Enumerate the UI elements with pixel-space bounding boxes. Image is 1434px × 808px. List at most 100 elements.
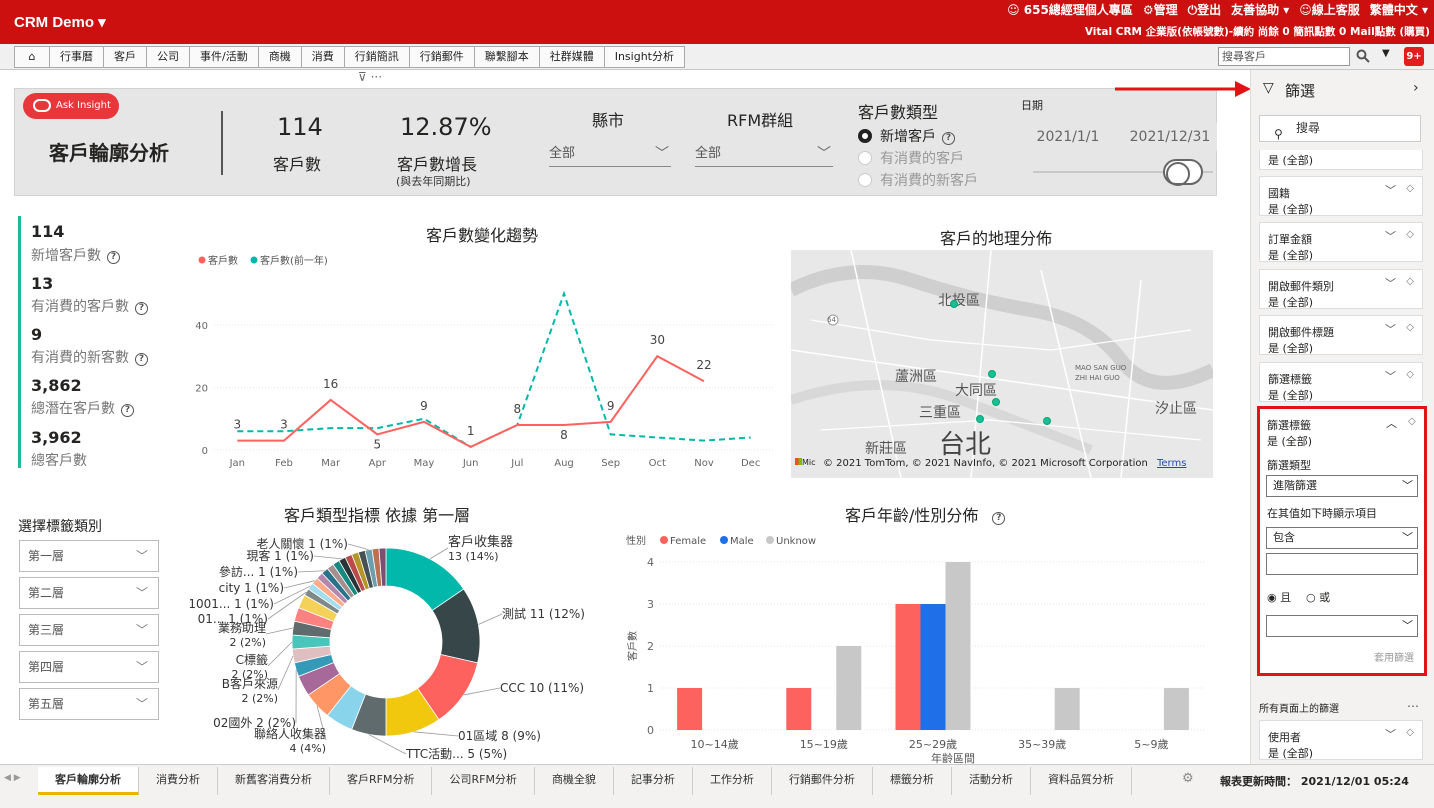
chevron-up-icon[interactable]: ︿ xyxy=(1386,415,1397,431)
trend-line-chart[interactable]: 客戶數 客戶數(前一年) 0 20 40 Jan Feb Mar Apr May Jun Jul Aug… xyxy=(190,248,790,472)
filter-type-select[interactable]: 進階篩選 ﹀ xyxy=(1266,475,1418,497)
map-point[interactable] xyxy=(992,398,1000,406)
gear-icon[interactable]: ⚙ xyxy=(1182,771,1194,786)
filter-card-tags[interactable]: 篩選標籤是 (全部) ﹀ ◇ xyxy=(1259,362,1423,402)
page-tab[interactable]: 工作分析 xyxy=(693,767,772,795)
rfm-dropdown[interactable]: 全部 ﹀ xyxy=(695,141,833,167)
personal-area-link[interactable]: ☺ 655總經理個人專區 xyxy=(1007,1,1133,18)
tag-level-1-dropdown[interactable]: 第一層 ﹀ xyxy=(19,540,159,572)
geo-map[interactable]: 64 北投區 蘆洲區 大同區 三重區 台北 汐止區 新莊區 MAO SAN GU… xyxy=(791,250,1213,478)
language-menu[interactable]: 繁體中文 ▾ xyxy=(1370,1,1428,18)
customer-type-donut-chart[interactable]: 客戶收集器13 (14%) 測試 11 (12%) CCC 10 (11%) 01區域… xyxy=(190,526,600,762)
tag-level-5-dropdown[interactable]: 第五層 ﹀ xyxy=(19,688,159,720)
date-start-input[interactable]: 2021/1/1 xyxy=(1021,123,1115,151)
or-radio[interactable]: ○ 或 xyxy=(1306,589,1330,605)
map-point[interactable] xyxy=(988,370,996,378)
chevron-down-icon[interactable]: ﹀ xyxy=(1385,726,1396,742)
type-radio-new[interactable]: 新增客戶? xyxy=(858,126,955,146)
road-number: 64 xyxy=(827,316,836,324)
nav-tab-social[interactable]: 社群媒體 xyxy=(538,46,605,68)
chevron-down-icon[interactable]: ▼ xyxy=(1382,48,1390,59)
map-point[interactable] xyxy=(950,300,958,308)
nav-tab-scripts[interactable]: 聯繫腳本 xyxy=(473,46,540,68)
nav-tab-sales[interactable]: 消費 xyxy=(300,46,345,68)
nav-tab-calendar[interactable]: 行事曆 xyxy=(49,46,104,68)
data-label: 8 xyxy=(514,402,522,416)
chevron-down-icon[interactable]: ﹀ xyxy=(1385,321,1396,337)
map-terms-link[interactable]: Terms xyxy=(1157,458,1186,469)
eraser-icon[interactable]: ◇ xyxy=(1406,229,1414,240)
nav-tab-sms[interactable]: 行銷簡訊 xyxy=(343,46,410,68)
tag-level-2-dropdown[interactable]: 第二層 ﹀ xyxy=(19,577,159,609)
tag-level-4-dropdown[interactable]: 第四層 ﹀ xyxy=(19,651,159,683)
map-point[interactable] xyxy=(1043,417,1051,425)
chevron-down-icon[interactable]: ﹀ xyxy=(1385,368,1396,384)
filter-card-nationality[interactable]: 國籍是 (全部) ﹀ ◇ xyxy=(1259,176,1423,216)
date-end-input[interactable]: 2021/12/31 xyxy=(1123,123,1217,151)
page-tab[interactable]: 客戶RFM分析 xyxy=(330,767,433,795)
page-tab[interactable]: 商機全貌 xyxy=(535,767,614,795)
page-tab[interactable]: 記事分析 xyxy=(614,767,693,795)
support-link[interactable]: ☺線上客服 xyxy=(1299,1,1360,18)
chevron-down-icon[interactable]: ﹀ xyxy=(1385,182,1396,198)
condition-select[interactable]: 包含 ﹀ xyxy=(1266,527,1418,549)
page-tab[interactable]: 消費分析 xyxy=(139,767,218,795)
nav-tab-companies[interactable]: 公司 xyxy=(146,46,190,68)
nav-tab-customers[interactable]: 客戶 xyxy=(103,46,147,68)
type-radio-consumed[interactable]: 有消費的客戶 xyxy=(858,148,964,168)
eraser-icon[interactable]: ◇ xyxy=(1408,416,1416,427)
page-tabs: 客戶輪廓分析 消費分析 新舊客消費分析 客戶RFM分析 公司RFM分析 商機全貌… xyxy=(38,767,1132,795)
customer-search-input[interactable]: 搜尋客戶 xyxy=(1218,47,1350,66)
condition-value-input[interactable] xyxy=(1266,553,1418,575)
city-dropdown[interactable]: 全部 ﹀ xyxy=(549,141,671,167)
and-radio[interactable]: ◉ 且 xyxy=(1267,589,1291,605)
type-radio-new-consumed[interactable]: 有消費的新客戶 xyxy=(858,170,978,190)
page-tab[interactable]: 公司RFM分析 xyxy=(432,767,535,795)
logout-link[interactable]: ⏻登出 xyxy=(1188,1,1222,18)
nav-tab-events[interactable]: 事件/活動 xyxy=(189,46,259,68)
tag-level-3-dropdown[interactable]: 第三層 ﹀ xyxy=(19,614,159,646)
assist-menu[interactable]: 友善協助 ▾ xyxy=(1231,1,1289,18)
page-tab[interactable]: 客戶輪廓分析 xyxy=(38,767,139,795)
age-gender-bar-chart[interactable]: 性別 Female Male Unknow 0 1 2 3 4 客戶數 10~14歲 15~19歲 25… xyxy=(616,528,1216,764)
ask-insight-button[interactable]: Ask Insight xyxy=(23,93,119,119)
page-tab[interactable]: 活動分析 xyxy=(952,767,1031,795)
eraser-icon[interactable]: ◇ xyxy=(1406,322,1414,333)
eraser-icon[interactable]: ◇ xyxy=(1406,369,1414,380)
date-slider-handle[interactable] xyxy=(1163,159,1203,186)
chevron-down-icon[interactable]: ﹀ xyxy=(1385,275,1396,291)
map-point[interactable] xyxy=(976,415,984,423)
filter-card-order-amount[interactable]: 訂單金額是 (全部) ﹀ ◇ xyxy=(1259,222,1423,262)
nav-tab-insight[interactable]: Insight分析 xyxy=(603,46,685,68)
filter-search-input[interactable]: ⚲ 搜尋 xyxy=(1259,115,1421,142)
chevron-down-icon[interactable]: ﹀ xyxy=(1385,228,1396,244)
eraser-icon[interactable]: ◇ xyxy=(1406,276,1414,287)
page-tab[interactable]: 行銷郵件分析 xyxy=(772,767,873,795)
page-tab[interactable]: 新舊客消費分析 xyxy=(218,767,330,795)
filter-card-user[interactable]: 使用者是 (全部) ﹀ ◇ xyxy=(1259,720,1423,760)
filter-pane: ▽ 篩選 › ⚲ 搜尋 是 (全部) 國籍是 (全部) ﹀ ◇ 訂單金額是 (全部) ﹀… xyxy=(1250,70,1434,764)
home-tab[interactable]: ⌂ xyxy=(14,46,50,68)
filter-card-mail-title[interactable]: 開啟郵件標題是 (全部) ﹀ ◇ xyxy=(1259,315,1423,355)
eraser-icon[interactable]: ◇ xyxy=(1406,183,1414,194)
visual-filter-icon[interactable]: ⊽ ··· xyxy=(358,70,382,84)
more-options-icon[interactable]: … xyxy=(1407,696,1419,710)
apply-filter-button[interactable]: 套用篩選 xyxy=(1374,649,1414,664)
second-condition-select[interactable]: ﹀ xyxy=(1266,615,1418,637)
bar xyxy=(1163,688,1189,730)
nav-tab-opportunities[interactable]: 商機 xyxy=(257,46,302,68)
search-icon[interactable] xyxy=(1356,49,1370,63)
nav-tab-email[interactable]: 行銷郵件 xyxy=(408,46,475,68)
eraser-icon[interactable]: ◇ xyxy=(1406,727,1414,738)
y-tick-label: 0 xyxy=(202,446,208,457)
collapse-pane-icon[interactable]: › xyxy=(1413,80,1419,96)
admin-link[interactable]: ⚙管理 xyxy=(1143,1,1178,18)
filter-card-mail-category[interactable]: 開啟郵件類別是 (全部) ﹀ ◇ xyxy=(1259,269,1423,309)
page-tab[interactable]: 標籤分析 xyxy=(873,767,952,795)
brand-menu[interactable]: CRM Demo ▾ xyxy=(14,13,106,31)
page-nav-arrows[interactable]: ◀ ▶ xyxy=(4,773,21,783)
filter-card-partial[interactable]: 是 (全部) xyxy=(1259,150,1423,170)
notification-badge[interactable]: 9+ xyxy=(1404,47,1424,66)
page-tab[interactable]: 資料品質分析 xyxy=(1031,767,1132,795)
legend-marker xyxy=(766,536,774,544)
